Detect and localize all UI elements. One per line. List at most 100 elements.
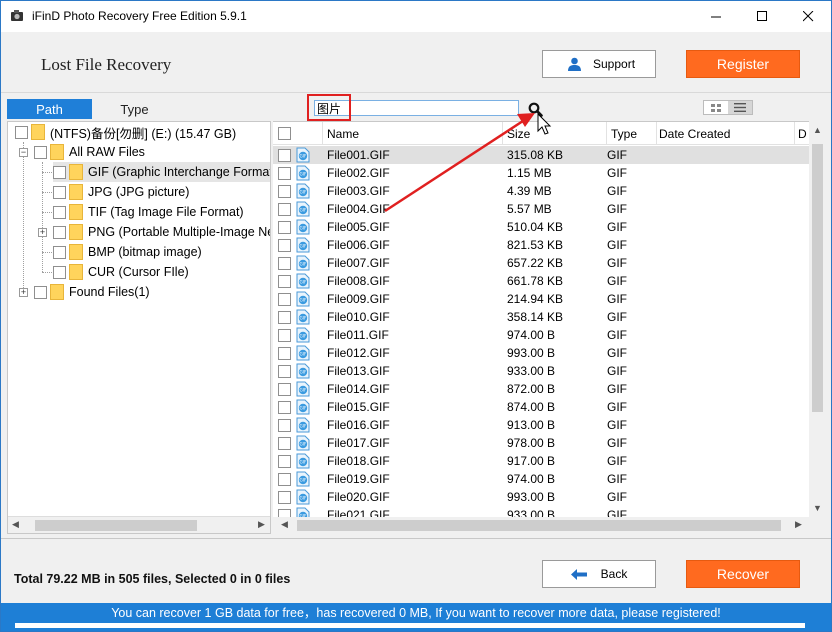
checkbox[interactable] — [53, 165, 66, 179]
table-row[interactable]: GIF File005.GIF 510.04 KB GIF — [273, 218, 809, 236]
search-icon[interactable] — [528, 102, 543, 117]
tree-item-all-raw[interactable]: All RAW Files — [34, 142, 145, 162]
back-button[interactable]: Back — [542, 560, 656, 588]
table-row[interactable]: GIF File002.GIF 1.15 MB GIF — [273, 164, 809, 182]
tree-item-bmp[interactable]: BMP (bitmap image) — [53, 242, 202, 262]
table-row[interactable]: GIF File015.GIF 874.00 B GIF — [273, 398, 809, 416]
select-all-checkbox[interactable] — [278, 127, 291, 140]
user-icon — [568, 57, 581, 71]
recover-button[interactable]: Recover — [686, 560, 800, 588]
expand-toggle[interactable]: + — [19, 288, 28, 297]
tree-item-tif[interactable]: TIF (Tag Image File Format) — [53, 202, 244, 222]
file-list-horizontal-scrollbar[interactable]: ◀ ▶ — [273, 517, 809, 534]
row-checkbox[interactable] — [278, 149, 291, 162]
close-button[interactable] — [785, 1, 831, 32]
maximize-button[interactable] — [739, 1, 785, 32]
scroll-left-icon[interactable]: ◀ — [12, 519, 19, 530]
row-checkbox[interactable] — [278, 221, 291, 234]
checkbox[interactable] — [34, 145, 47, 159]
row-checkbox[interactable] — [278, 167, 291, 180]
row-checkbox[interactable] — [278, 329, 291, 342]
expand-toggle[interactable]: + — [38, 228, 47, 237]
table-row[interactable]: GIF File001.GIF 315.08 KB GIF — [273, 146, 809, 164]
table-row[interactable]: GIF File014.GIF 872.00 B GIF — [273, 380, 809, 398]
row-checkbox[interactable] — [278, 473, 291, 486]
table-row[interactable]: GIF File017.GIF 978.00 B GIF — [273, 434, 809, 452]
table-row[interactable]: GIF File019.GIF 974.00 B GIF — [273, 470, 809, 488]
row-checkbox[interactable] — [278, 257, 291, 270]
scrollbar-thumb[interactable] — [297, 520, 781, 531]
table-row[interactable]: GIF File013.GIF 933.00 B GIF — [273, 362, 809, 380]
checkbox[interactable] — [53, 205, 66, 219]
register-button[interactable]: Register — [686, 50, 800, 78]
column-header-size[interactable]: Size — [503, 122, 607, 145]
search-input[interactable] — [314, 100, 519, 116]
checkbox[interactable] — [15, 125, 28, 139]
minimize-button[interactable] — [693, 1, 739, 32]
tree-item-drive[interactable]: (NTFS)备份[勿删] (E:) (15.47 GB) — [15, 122, 236, 142]
checkbox[interactable] — [53, 245, 66, 259]
tree-item-png[interactable]: PNG (Portable Multiple-Image Network Gra… — [53, 222, 270, 242]
table-row[interactable]: GIF File012.GIF 993.00 B GIF — [273, 344, 809, 362]
support-button[interactable]: Support — [542, 50, 656, 78]
scroll-right-icon[interactable]: ▶ — [258, 519, 265, 530]
table-row[interactable]: GIF File020.GIF 993.00 B GIF — [273, 488, 809, 506]
row-checkbox[interactable] — [278, 383, 291, 396]
row-checkbox[interactable] — [278, 239, 291, 252]
scroll-left-icon[interactable]: ◀ — [281, 519, 288, 530]
table-row[interactable]: GIF File008.GIF 661.78 KB GIF — [273, 272, 809, 290]
row-checkbox[interactable] — [278, 491, 291, 504]
row-checkbox[interactable] — [278, 437, 291, 450]
scroll-up-icon[interactable]: ▲ — [813, 125, 822, 135]
checkbox[interactable] — [53, 225, 66, 239]
file-name: File015.GIF — [327, 400, 390, 414]
table-row[interactable]: GIF File021.GIF 933.00 B GIF — [273, 506, 809, 517]
table-row[interactable]: GIF File016.GIF 913.00 B GIF — [273, 416, 809, 434]
scrollbar-thumb[interactable] — [35, 520, 197, 531]
column-header-extra[interactable]: D — [794, 122, 809, 145]
tree-item-cur[interactable]: CUR (Cursor FIle) — [53, 262, 189, 282]
row-checkbox[interactable] — [278, 203, 291, 216]
tree-horizontal-scrollbar[interactable]: ◀ ▶ — [8, 516, 270, 533]
checkbox[interactable] — [34, 285, 47, 299]
tree-item-found[interactable]: Found Files(1) — [34, 282, 150, 302]
row-checkbox[interactable] — [278, 347, 291, 360]
table-row[interactable]: GIF File010.GIF 358.14 KB GIF — [273, 308, 809, 326]
column-header-date[interactable]: Date Created — [655, 122, 795, 145]
row-checkbox[interactable] — [278, 311, 291, 324]
tab-type[interactable]: Type — [92, 99, 177, 119]
checkbox[interactable] — [53, 265, 66, 279]
column-header-name[interactable]: Name — [323, 122, 503, 145]
table-row[interactable]: GIF File018.GIF 917.00 B GIF — [273, 452, 809, 470]
checkbox[interactable] — [53, 185, 66, 199]
row-checkbox[interactable] — [278, 455, 291, 468]
table-row[interactable]: GIF File004.GIF 5.57 MB GIF — [273, 200, 809, 218]
tree-item-jpg[interactable]: JPG (JPG picture) — [53, 182, 189, 202]
table-row[interactable]: GIF File009.GIF 214.94 KB GIF — [273, 290, 809, 308]
table-row[interactable]: GIF File003.GIF 4.39 MB GIF — [273, 182, 809, 200]
row-checkbox[interactable] — [278, 293, 291, 306]
gif-file-icon: GIF — [296, 417, 310, 433]
file-list-vertical-scrollbar[interactable]: ▲ ▼ — [809, 121, 826, 517]
row-checkbox[interactable] — [278, 509, 291, 517]
row-checkbox[interactable] — [278, 419, 291, 432]
table-row[interactable]: GIF File006.GIF 821.53 KB GIF — [273, 236, 809, 254]
tab-path[interactable]: Path — [7, 99, 92, 119]
table-row[interactable]: GIF File011.GIF 974.00 B GIF — [273, 326, 809, 344]
row-checkbox[interactable] — [278, 185, 291, 198]
collapse-toggle[interactable]: − — [19, 148, 28, 157]
grid-view-button[interactable] — [704, 101, 728, 114]
row-checkbox[interactable] — [278, 401, 291, 414]
scrollbar-thumb[interactable] — [812, 144, 823, 412]
scroll-down-icon[interactable]: ▼ — [813, 503, 822, 513]
svg-text:GIF: GIF — [300, 154, 307, 159]
file-size: 974.00 B — [507, 472, 556, 486]
list-view-button[interactable] — [728, 101, 752, 114]
file-list-header: Name Size Type Date Created D — [273, 122, 809, 145]
tree-item-gif[interactable]: GIF (Graphic Interchange Format) — [53, 162, 270, 182]
table-row[interactable]: GIF File007.GIF 657.22 KB GIF — [273, 254, 809, 272]
scroll-right-icon[interactable]: ▶ — [795, 519, 802, 530]
row-checkbox[interactable] — [278, 275, 291, 288]
row-checkbox[interactable] — [278, 365, 291, 378]
column-header-type[interactable]: Type — [607, 122, 657, 145]
